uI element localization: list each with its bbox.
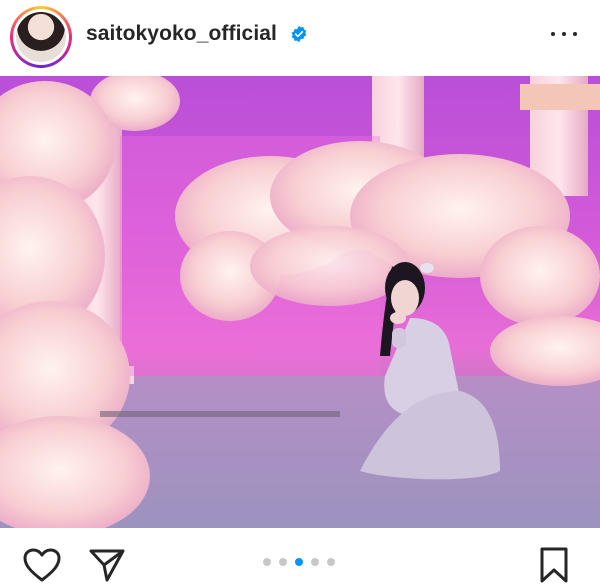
- carousel-dot[interactable]: [279, 558, 287, 566]
- bookmark-icon[interactable]: [538, 546, 570, 584]
- post-photo[interactable]: [0, 76, 600, 528]
- cloud-prop-right: [490, 316, 600, 386]
- carousel-dot[interactable]: [311, 558, 319, 566]
- carousel-dot-active[interactable]: [295, 558, 303, 566]
- username-link[interactable]: saitokyoko_official: [86, 22, 277, 46]
- heart-icon[interactable]: [22, 547, 62, 583]
- story-ring[interactable]: [10, 6, 72, 68]
- carousel-dot[interactable]: [327, 558, 335, 566]
- post-header: saitokyoko_official: [0, 0, 600, 76]
- carousel-indicator: [263, 558, 343, 566]
- action-bar: [0, 528, 600, 588]
- photo-illustration: [0, 76, 600, 528]
- paper-plane-icon[interactable]: [88, 547, 126, 583]
- avatar[interactable]: [16, 12, 66, 62]
- verified-badge-icon: [291, 25, 307, 43]
- carousel-dot[interactable]: [263, 558, 271, 566]
- more-options-icon[interactable]: [549, 22, 579, 46]
